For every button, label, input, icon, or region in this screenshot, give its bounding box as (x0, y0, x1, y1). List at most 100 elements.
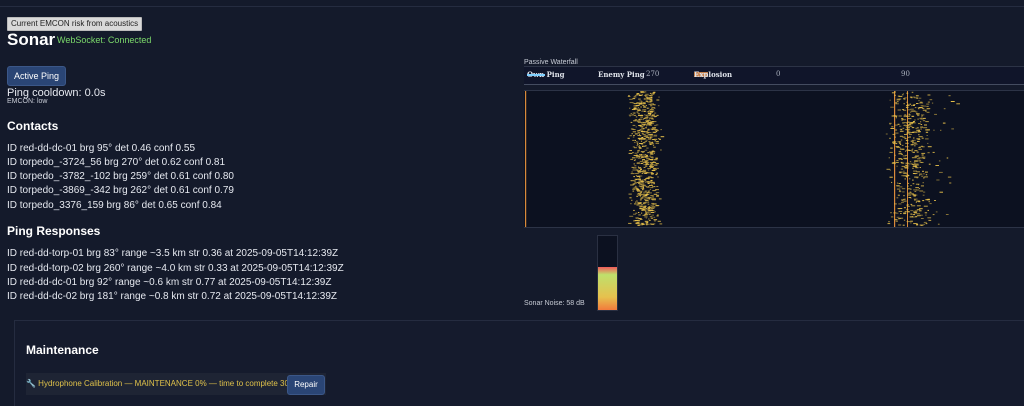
trace-90 (902, 224, 905, 226)
trace-90 (911, 157, 915, 159)
trace-90 (894, 203, 897, 205)
trace-90 (910, 108, 914, 110)
trace-90 (892, 142, 896, 144)
trace-90 (901, 199, 903, 201)
trace-90 (913, 195, 916, 197)
trace-90 (898, 224, 902, 226)
trace-90 (906, 210, 909, 212)
trace-270 (643, 118, 646, 119)
trace-90-scatter (911, 193, 914, 195)
trace-90 (916, 213, 921, 215)
noise-meter-fill (598, 267, 617, 310)
trace-270 (645, 93, 649, 95)
trace-90 (906, 105, 910, 106)
trace-270 (640, 183, 645, 185)
trace-90 (921, 137, 924, 139)
trace-270 (652, 131, 655, 133)
trace-90 (912, 214, 916, 216)
trace-270 (638, 167, 642, 169)
trace-270 (645, 155, 648, 157)
trace-270 (655, 163, 659, 165)
trace-270 (630, 173, 635, 175)
trace-270 (644, 220, 649, 222)
trace-90 (903, 103, 905, 105)
trace-90-scatter (916, 113, 918, 115)
trace-90 (903, 170, 905, 172)
trace-90 (913, 142, 917, 144)
trace-270 (642, 160, 644, 161)
trace-270 (634, 222, 637, 224)
trace-270 (634, 182, 637, 184)
trace-270 (644, 95, 648, 97)
trace-90 (911, 144, 914, 146)
trace-90 (901, 201, 904, 203)
trace-90 (927, 146, 932, 148)
trace-270 (628, 152, 633, 154)
trace-90 (908, 150, 911, 151)
trace-270 (660, 149, 662, 151)
trace-270 (629, 115, 631, 117)
trace-270 (653, 112, 657, 114)
ping-response-row: ID red-dd-dc-02 brg 181° range ~0.8 km s… (7, 291, 338, 302)
trace-270 (643, 134, 646, 136)
trace-270 (655, 157, 658, 159)
trace-90 (921, 116, 923, 118)
trace-270 (648, 118, 650, 120)
trace-90 (897, 95, 900, 97)
trace-270 (640, 185, 642, 187)
trace-90 (927, 101, 930, 103)
trace-270 (644, 160, 647, 162)
trace-90 (912, 173, 916, 174)
trace-270 (644, 149, 648, 151)
trace-270 (640, 106, 642, 108)
trace-90-scatter (931, 102, 934, 104)
trace-270 (632, 167, 637, 169)
trace-90 (928, 201, 930, 203)
trace-270 (636, 179, 638, 181)
bearing-line-right (894, 91, 896, 227)
trace-90 (896, 98, 901, 100)
trace-90 (904, 114, 907, 116)
trace-90 (919, 174, 921, 176)
trace-270 (640, 169, 642, 170)
trace-270 (642, 121, 645, 123)
trace-90 (909, 103, 912, 105)
trace-90 (928, 219, 932, 221)
trace-90-scatter (915, 187, 919, 189)
trace-270 (648, 159, 652, 160)
trace-270 (642, 195, 647, 197)
trace-270 (641, 94, 643, 96)
trace-270 (647, 203, 650, 205)
trace-90 (906, 106, 909, 108)
trace-270 (648, 172, 652, 174)
trace-90 (909, 191, 912, 193)
trace-90 (928, 163, 931, 165)
trace-270 (640, 197, 642, 199)
trace-270 (648, 190, 650, 192)
trace-270 (656, 194, 659, 196)
trace-270 (643, 138, 646, 140)
trace-270 (639, 100, 642, 102)
trace-270 (648, 110, 650, 112)
trace-270 (653, 167, 656, 169)
trace-90 (901, 144, 904, 146)
trace-90 (922, 200, 925, 202)
tick-baseline (524, 84, 1024, 85)
trace-270 (641, 209, 646, 211)
trace-270 (634, 139, 636, 141)
active-ping-button[interactable]: Active Ping (7, 66, 66, 86)
trace-270 (640, 143, 644, 145)
trace-270 (647, 169, 650, 171)
trace-270 (637, 121, 642, 123)
trace-90 (910, 188, 912, 190)
trace-270 (656, 172, 658, 174)
trace-270 (642, 186, 644, 188)
trace-90 (923, 127, 928, 129)
trace-270 (639, 218, 642, 220)
trace-90 (898, 115, 902, 117)
trace-90-scatter (927, 198, 930, 200)
repair-button[interactable]: Repair (287, 375, 325, 395)
legend-enemy-ping: Enemy Ping (598, 70, 645, 79)
trace-270 (649, 117, 653, 119)
trace-270 (642, 109, 647, 111)
